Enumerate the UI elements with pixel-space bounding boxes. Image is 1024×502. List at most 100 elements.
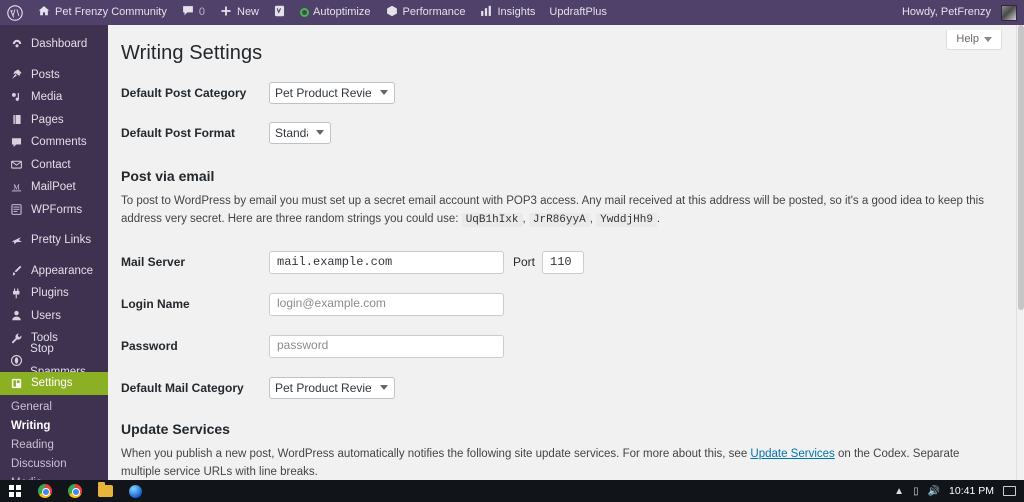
- login-name-input[interactable]: [269, 292, 504, 316]
- my-account-menu[interactable]: Howdy, PetFrenzy: [895, 0, 1024, 25]
- random-string-3: YwddjHh9: [596, 212, 657, 227]
- browser-screen: Pet Frenzy Community 0 New Autoptimize P…: [0, 0, 1024, 502]
- random-string-2: JrR86yyA: [528, 212, 590, 227]
- comments-menu[interactable]: 0: [174, 0, 212, 25]
- svg-text:M: M: [13, 183, 20, 191]
- sidebar-top-gap: [0, 25, 108, 33]
- updraftplus-menu[interactable]: UpdraftPlus: [542, 0, 613, 25]
- autoptimize-label: Autoptimize: [313, 6, 371, 18]
- system-tray: ▲ ▯ 🔊 10:41 PM: [894, 486, 1024, 497]
- password-row: Password: [108, 334, 1016, 358]
- password-input[interactable]: [269, 334, 504, 358]
- sidebar-gap-1: [0, 56, 108, 64]
- sidebar-item-stop-spammers[interactable]: Stop Spammers: [0, 343, 108, 378]
- random-string-1: UqB1hIxk: [461, 212, 523, 227]
- chrome-icon[interactable]: [60, 480, 90, 502]
- yoast-seo-icon: [273, 4, 286, 21]
- form-icon: [9, 203, 24, 216]
- settings-content-area: Help Writing Settings Default Post Categ…: [108, 25, 1016, 480]
- page-scrollbar[interactable]: [1016, 25, 1024, 480]
- sidebar-item-users[interactable]: Users: [0, 305, 108, 328]
- wp-logo-menu[interactable]: [0, 0, 30, 25]
- sidebar-item-pretty-links[interactable]: Pretty Links: [0, 229, 108, 252]
- sidebar-item-mailpoet[interactable]: M MailPoet: [0, 176, 108, 199]
- volume-icon[interactable]: 🔊: [928, 486, 940, 497]
- settings-gear-icon: [9, 377, 24, 390]
- chrome-icon[interactable]: [30, 480, 60, 502]
- sidebar-item-appearance[interactable]: Appearance: [0, 260, 108, 283]
- default-post-category-select[interactable]: Pet Product Reviews: [269, 82, 395, 104]
- sidebar-item-label: Settings: [31, 377, 73, 389]
- insights-menu[interactable]: Insights: [472, 0, 542, 25]
- default-mail-category-select[interactable]: Pet Product Reviews: [269, 376, 395, 399]
- sidebar-item-label: WPForms: [31, 203, 83, 216]
- performance-menu[interactable]: Performance: [378, 0, 473, 25]
- sidebar-item-wpforms[interactable]: WPForms: [0, 199, 108, 222]
- bar-chart-icon: [479, 4, 493, 21]
- network-icon[interactable]: ▯: [913, 486, 919, 497]
- sidebar-item-label: Media: [31, 91, 63, 103]
- default-post-format-label: Default Post Format: [121, 126, 236, 140]
- port-input[interactable]: [542, 250, 585, 274]
- sidebar-item-label: Posts: [31, 68, 60, 81]
- sidebar-item-media[interactable]: Media: [0, 86, 108, 109]
- show-hidden-icons-icon[interactable]: ▲: [894, 486, 904, 497]
- plus-icon: [219, 4, 233, 21]
- sidebar-item-label: Comments: [31, 136, 87, 148]
- sidebar-item-comments[interactable]: Comments: [0, 131, 108, 154]
- submenu-item-reading[interactable]: Reading: [0, 436, 108, 455]
- default-post-format-select-wrap: Standard: [269, 122, 331, 144]
- file-explorer-icon[interactable]: [90, 480, 120, 502]
- comment-icon: [9, 136, 24, 149]
- default-post-format-select[interactable]: Standard: [269, 122, 331, 144]
- sidebar-item-label: Contact: [31, 158, 71, 171]
- insights-label: Insights: [497, 6, 536, 18]
- sidebar-item-label: Pretty Links: [31, 234, 92, 246]
- mail-server-label: Mail Server: [121, 255, 186, 270]
- site-name-menu[interactable]: Pet Frenzy Community: [30, 0, 174, 25]
- yoast-seo-menu[interactable]: [266, 0, 293, 25]
- performance-label: Performance: [402, 6, 466, 18]
- sidebar-item-label: Pages: [31, 113, 64, 126]
- sidebar-item-label: Appearance: [31, 264, 94, 277]
- autoptimize-circle-icon: [300, 8, 310, 17]
- home-icon: [37, 4, 51, 21]
- windows-start-icon[interactable]: [0, 480, 30, 502]
- submenu-item-general[interactable]: General: [0, 398, 108, 417]
- page-title: Writing Settings: [121, 42, 263, 64]
- sidebar-item-plugins[interactable]: Plugins: [0, 282, 108, 305]
- update-services-link[interactable]: Update Services: [750, 448, 834, 460]
- submenu-item-discussion[interactable]: Discussion: [0, 455, 108, 474]
- sidebar-item-settings[interactable]: Settings: [0, 372, 108, 395]
- autoptimize-menu[interactable]: Autoptimize: [293, 0, 377, 25]
- password-label: Password: [121, 339, 178, 354]
- user-avatar: [1001, 4, 1017, 21]
- envelope-icon: [9, 158, 24, 171]
- update-services-heading: Update Services: [121, 420, 230, 437]
- taskbar-clock[interactable]: 10:41 PM: [949, 486, 994, 497]
- sidebar-item-pages[interactable]: Pages: [0, 109, 108, 132]
- default-post-category-select-wrap: Pet Product Reviews: [269, 82, 395, 104]
- new-content-menu[interactable]: New: [212, 0, 266, 25]
- page-scrollbar-thumb[interactable]: [1018, 25, 1024, 310]
- wordpress-logo-icon: [7, 4, 23, 21]
- chevron-down-icon: [984, 36, 992, 42]
- submenu-item-writing[interactable]: Writing: [0, 417, 108, 436]
- dashboard-icon: [9, 37, 24, 51]
- sidebar-item-dashboard[interactable]: Dashboard: [0, 33, 108, 56]
- new-label: New: [237, 6, 260, 18]
- sidebar-item-label: MailPoet: [31, 181, 76, 193]
- sidebar-item-contact[interactable]: Contact: [0, 154, 108, 177]
- help-tab-button[interactable]: Help: [946, 30, 1002, 50]
- sidebar-gap-2: [0, 221, 108, 229]
- browser-orb-icon[interactable]: [120, 480, 150, 502]
- login-name-row: Login Name: [108, 292, 1016, 316]
- default-post-category-label: Default Post Category: [121, 86, 247, 100]
- sidebar-gap-3: [0, 252, 108, 260]
- mail-server-input[interactable]: [269, 250, 504, 274]
- paintbrush-icon: [9, 264, 24, 277]
- pretty-links-icon: [9, 234, 24, 247]
- action-center-icon[interactable]: [1003, 486, 1016, 496]
- port-label: Port: [513, 255, 536, 270]
- sidebar-item-posts[interactable]: Posts: [0, 64, 108, 87]
